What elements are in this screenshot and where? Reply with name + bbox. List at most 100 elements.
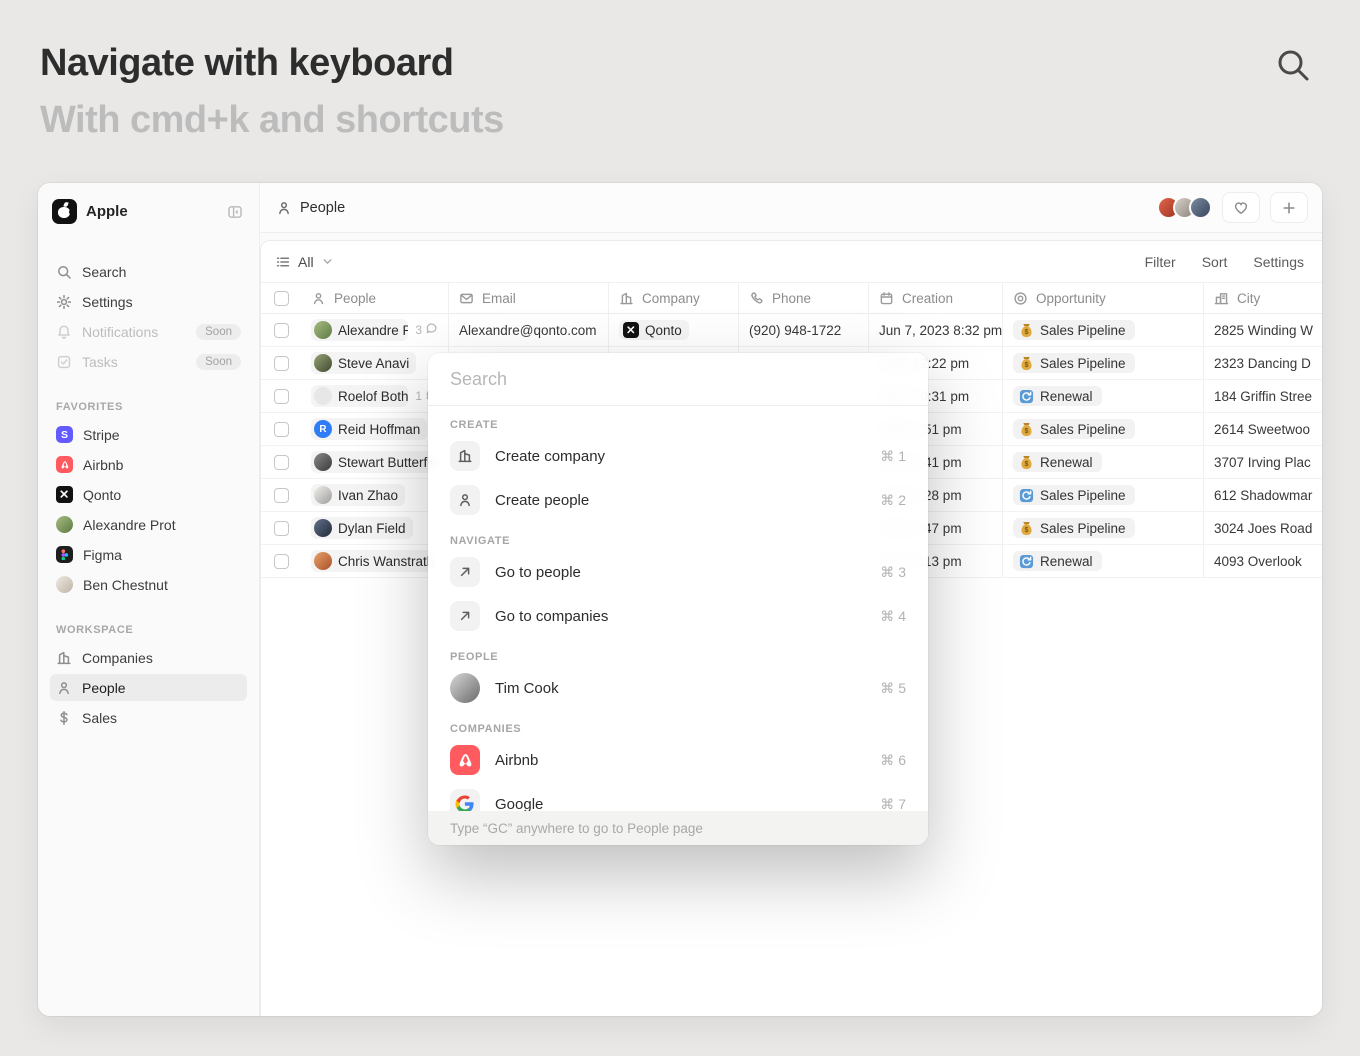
workspace-item-sales[interactable]: Sales — [50, 704, 247, 731]
row-checkbox[interactable] — [274, 488, 289, 503]
palette-search[interactable] — [428, 353, 928, 406]
phone-cell[interactable]: (920) 948-1722 — [739, 314, 869, 346]
page-search-icon[interactable] — [1274, 46, 1312, 84]
money-bag-icon: $ — [1019, 455, 1034, 470]
person-chip[interactable]: Steve Anavi — [311, 352, 416, 374]
opportunity-label: Sales Pipeline — [1040, 521, 1126, 536]
toolbar-action-sort[interactable]: Sort — [1202, 254, 1228, 270]
person-chip[interactable]: Dylan Field — [311, 517, 413, 539]
favorite-item-alexandre-prot[interactable]: Alexandre Prot — [50, 511, 247, 538]
member-avatar-3[interactable] — [1189, 196, 1212, 219]
member-avatars[interactable] — [1157, 196, 1212, 219]
column-header-email[interactable]: Email — [449, 283, 609, 313]
palette-item-create-company[interactable]: Create company⌘ 1 — [428, 434, 928, 478]
palette-item-create-people[interactable]: Create people⌘ 2 — [428, 478, 928, 522]
sidebar-collapse-icon[interactable] — [227, 204, 243, 220]
opportunity-chip[interactable]: $Sales Pipeline — [1013, 419, 1135, 439]
city-cell[interactable]: 2323 Dancing D — [1204, 347, 1322, 379]
city-cell[interactable]: 3024 Joes Road — [1204, 512, 1322, 544]
airbnb-icon — [450, 745, 480, 775]
palette-search-input[interactable] — [450, 369, 906, 390]
city-cell[interactable]: 2614 Sweetwoo — [1204, 413, 1322, 445]
palette-item-tim-cook[interactable]: Tim Cook⌘ 5 — [428, 666, 928, 710]
person-avatar — [314, 519, 332, 537]
column-header-company[interactable]: Company — [609, 283, 739, 313]
row-select-cell — [261, 479, 301, 511]
city-cell[interactable]: 2825 Winding W — [1204, 314, 1322, 346]
palette-item-airbnb[interactable]: Airbnb⌘ 6 — [428, 738, 928, 782]
row-checkbox[interactable] — [274, 356, 289, 371]
row-checkbox[interactable] — [274, 323, 289, 338]
opportunity-cell: Renewal — [1003, 545, 1204, 577]
opportunity-label: Sales Pipeline — [1040, 422, 1126, 437]
favorite-button[interactable] — [1222, 192, 1260, 223]
column-header-people[interactable]: People — [301, 283, 449, 313]
breadcrumb[interactable]: People — [270, 196, 351, 220]
opportunity-chip[interactable]: Sales Pipeline — [1013, 485, 1135, 505]
opportunity-chip[interactable]: $Sales Pipeline — [1013, 518, 1135, 538]
add-button[interactable] — [1270, 192, 1308, 223]
opportunity-chip[interactable]: $Renewal — [1013, 452, 1102, 472]
row-checkbox[interactable] — [274, 455, 289, 470]
apple-logo-icon — [52, 199, 77, 224]
note-count: 1 — [415, 389, 422, 403]
column-header-phone[interactable]: Phone — [739, 283, 869, 313]
chevron-down-icon — [321, 255, 334, 268]
palette-body: CREATECreate company⌘ 1Create people⌘ 2N… — [428, 406, 928, 811]
workspace-item-companies[interactable]: Companies — [50, 644, 247, 671]
favorite-item-label: Qonto — [83, 487, 241, 503]
palette-item-go-to-people[interactable]: Go to people⌘ 3 — [428, 550, 928, 594]
person-icon — [56, 680, 72, 696]
opportunity-chip[interactable]: $Sales Pipeline — [1013, 353, 1135, 373]
favorite-item-airbnb[interactable]: Airbnb — [50, 451, 247, 478]
view-switcher[interactable]: All — [275, 254, 334, 270]
row-checkbox[interactable] — [274, 554, 289, 569]
company-chip[interactable]: Qonto — [619, 320, 689, 340]
favorite-item-stripe[interactable]: SStripe — [50, 421, 247, 448]
workspace-header[interactable]: Apple — [50, 197, 247, 226]
opportunity-chip[interactable]: Renewal — [1013, 386, 1102, 406]
column-header-creation[interactable]: Creation — [869, 283, 1003, 313]
city-cell[interactable]: 3707 Irving Plac — [1204, 446, 1322, 478]
person-chip[interactable]: Ivan Zhao — [311, 484, 405, 506]
row-select-cell — [261, 314, 301, 346]
column-header-label: City — [1237, 291, 1260, 306]
city-cell[interactable]: 4093 Overlook — [1204, 545, 1322, 577]
email-cell[interactable]: Alexandre@qonto.com — [449, 314, 609, 346]
city-cell[interactable]: 184 Griffin Stree — [1204, 380, 1322, 412]
person-chip[interactable]: RReid Hoffman — [311, 418, 427, 440]
person-chip[interactable]: Roelof Botha — [311, 385, 408, 407]
person-chip[interactable]: Alexandre Prot — [311, 319, 408, 341]
google-logo-icon — [450, 789, 480, 811]
workspace-item-people[interactable]: People — [50, 674, 247, 701]
row-checkbox[interactable] — [274, 389, 289, 404]
arrow-ur-icon — [450, 601, 480, 631]
sidebar-item-settings[interactable]: Settings — [50, 288, 247, 315]
person-chip[interactable]: Chris Wanstrath — [311, 550, 438, 572]
palette-item-google[interactable]: Google⌘ 7 — [428, 782, 928, 811]
favorite-item-qonto[interactable]: Qonto — [50, 481, 247, 508]
figma-icon — [56, 546, 73, 563]
shortcut-label: ⌘ 5 — [880, 680, 906, 697]
favorite-item-figma[interactable]: Figma — [50, 541, 247, 568]
column-header-opportunity[interactable]: Opportunity — [1003, 283, 1204, 313]
opportunity-chip[interactable]: Renewal — [1013, 551, 1102, 571]
city-cell[interactable]: 612 Shadowmar — [1204, 479, 1322, 511]
select-all-checkbox[interactable] — [274, 291, 289, 306]
comment-bubble-icon — [425, 322, 438, 338]
opportunity-chip[interactable]: $Sales Pipeline — [1013, 320, 1135, 340]
toolbar-action-settings[interactable]: Settings — [1253, 254, 1304, 270]
palette-item-go-to-companies[interactable]: Go to companies⌘ 4 — [428, 594, 928, 638]
toolbar-action-filter[interactable]: Filter — [1145, 254, 1176, 270]
table-row[interactable]: Alexandre Prot3Alexandre@qonto.comQonto(… — [261, 314, 1322, 347]
column-header-city[interactable]: City — [1204, 283, 1322, 313]
row-select-cell — [261, 545, 301, 577]
row-checkbox[interactable] — [274, 521, 289, 536]
creation-cell[interactable]: Jun 7, 2023 8:32 pm — [869, 314, 1003, 346]
person-chip[interactable]: Stewart Butterfield — [311, 451, 438, 473]
column-header-label: Opportunity — [1036, 291, 1106, 306]
favorite-item-ben-chestnut[interactable]: Ben Chestnut — [50, 571, 247, 598]
people-cell: Stewart Butterfield — [301, 446, 449, 478]
sidebar-item-search[interactable]: Search — [50, 258, 247, 285]
row-checkbox[interactable] — [274, 422, 289, 437]
